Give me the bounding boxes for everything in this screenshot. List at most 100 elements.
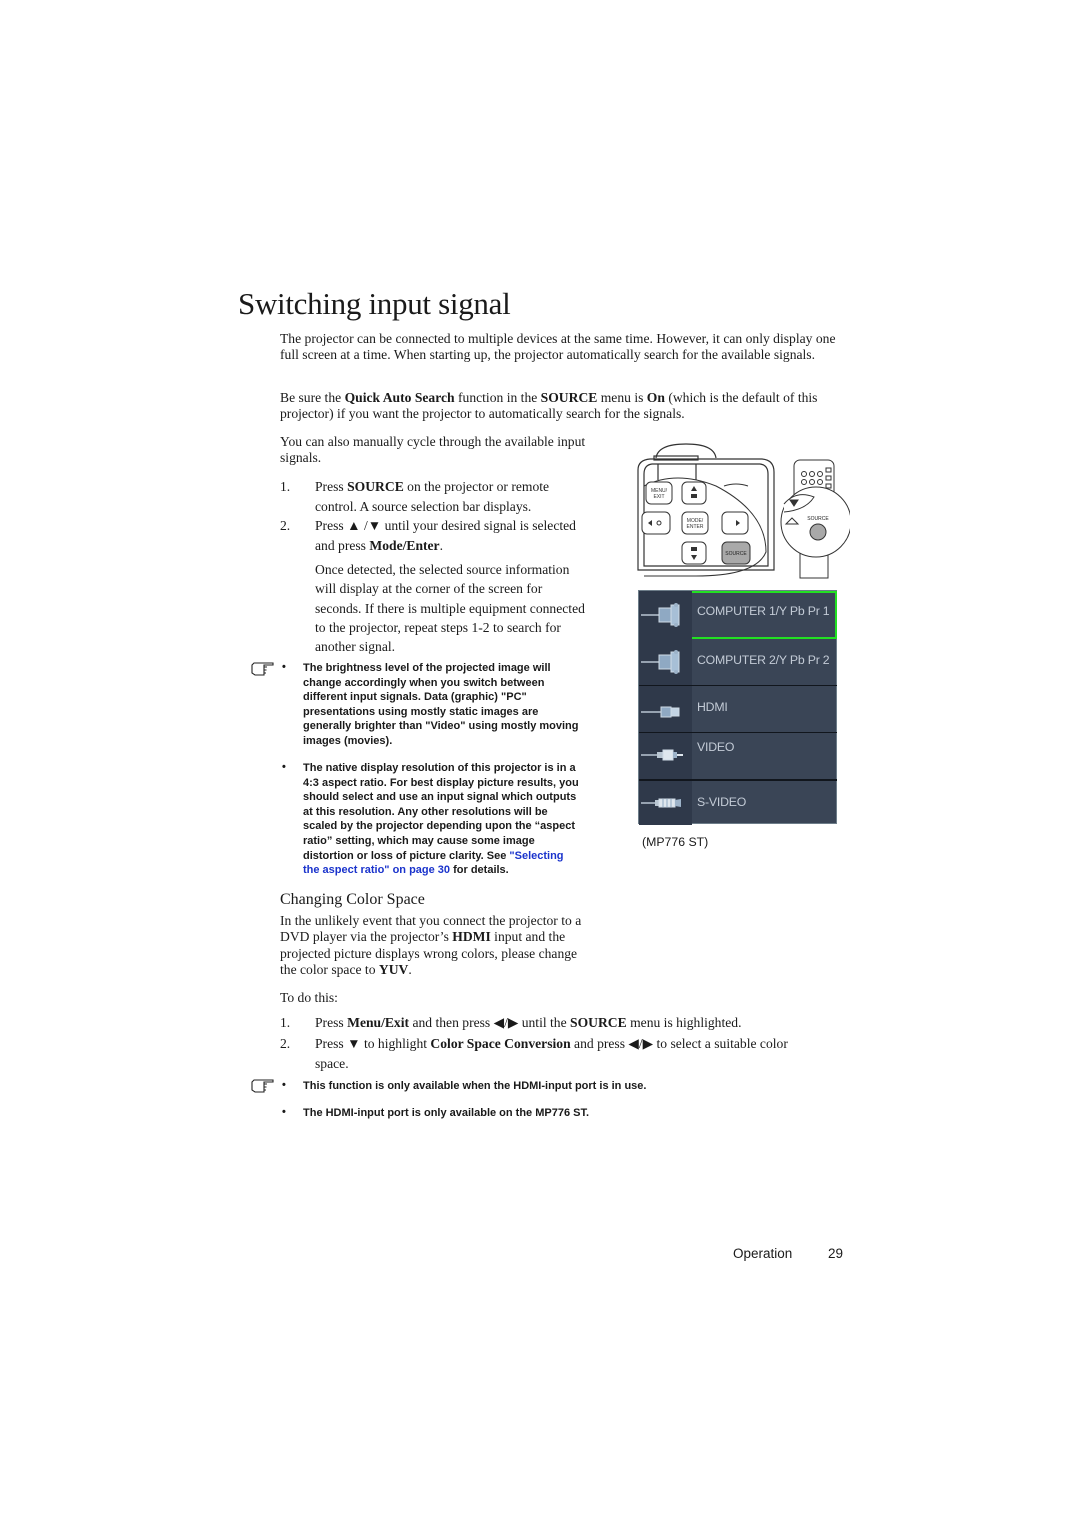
text: and press	[315, 537, 370, 553]
figure-caption: (MP776 ST)	[642, 835, 709, 849]
text-line: to the projector, repeat steps 1-2 to se…	[315, 619, 561, 635]
text-line: scaled by the projector depending upon t…	[303, 820, 575, 833]
step-number: 2.	[280, 518, 291, 533]
icon-cell	[639, 591, 692, 639]
source-item-computer-1[interactable]: COMPUTER 1/Y Pb Pr 1	[639, 591, 837, 639]
bold-term: YUV	[378, 961, 409, 977]
dsub-connector-icon	[641, 650, 680, 674]
step-number: 1.	[280, 1015, 291, 1030]
note-native-resolution: The native display resolution of this pr…	[303, 761, 579, 878]
remote-control: SOURCE	[780, 459, 850, 579]
text-line: generally brighter than "Video" using mo…	[303, 720, 579, 733]
source-item-label: HDMI	[697, 700, 728, 714]
source-selection-menu: COMPUTER 1/Y Pb Pr 1 COMPUTER 2/Y Pb Pr …	[638, 590, 837, 825]
text: .	[408, 961, 412, 977]
text: and then press ◀/▶ until the	[409, 1015, 571, 1030]
step-2: 2. Press ▲ /▼ until your desired signal …	[280, 516, 620, 556]
source-item-s-video[interactable]: S-VIDEO	[639, 781, 837, 825]
text-line: The native display resolution of this pr…	[303, 762, 576, 774]
text: space.	[315, 1055, 349, 1071]
bullet: •	[282, 1106, 286, 1118]
text-line: projected picture displays wrong colors,…	[280, 945, 578, 961]
text: menu is highlighted.	[626, 1015, 742, 1030]
step-number: 1.	[280, 479, 291, 494]
source-item-video[interactable]: VIDEO	[639, 733, 837, 779]
color-space-paragraph: In the unlikely event that you connect t…	[280, 913, 581, 978]
remote-source-button	[809, 523, 827, 541]
hdmi-connector-icon	[641, 706, 680, 718]
svideo-connector-icon	[641, 798, 681, 808]
rca-connector-icon	[641, 749, 683, 761]
bold-term: Color Space Conversion	[430, 1036, 571, 1051]
text-line: change accordingly when you switch betwe…	[303, 676, 545, 689]
icon-cell	[639, 686, 692, 732]
text-line: DVD player via the projector’s HDMI inpu…	[280, 929, 581, 945]
source-item-hdmi[interactable]: HDMI	[639, 686, 837, 732]
footer-section-name: Operation	[733, 1246, 793, 1261]
step-text: Press ▲ /▼ until your desired signal is …	[315, 516, 576, 555]
icon-cell	[639, 639, 692, 685]
projector-remote-illustration: MENU/ EXIT MODE/ ENTER SOURCE SOURCE	[637, 443, 850, 579]
step-text: Press SOURCE on the projector or remote c…	[315, 477, 549, 516]
color-step-2: 2. Press ▼ to highlight Color Space Conv…	[280, 1034, 860, 1074]
text: Press ▼ to highlight	[315, 1036, 431, 1051]
step-number: 2.	[280, 1036, 291, 1051]
aspect-ratio-link[interactable]: the aspect ratio" on page 30	[303, 864, 450, 876]
bold-term: On	[646, 390, 665, 405]
text: and press ◀/▶ to select a suitable color	[570, 1036, 788, 1051]
source-item-computer-2[interactable]: COMPUTER 2/Y Pb Pr 2	[639, 639, 837, 685]
text-line: The brightness level of the projected im…	[303, 662, 551, 674]
source-item-label: COMPUTER 2/Y Pb Pr 2	[697, 653, 830, 667]
source-item-label: VIDEO	[697, 740, 735, 754]
text: control. A source selection bar displays…	[315, 498, 532, 514]
aspect-ratio-link[interactable]: "Selecting	[509, 850, 563, 862]
text-line: should select and use an input signal wh…	[303, 791, 577, 804]
source-item-label: COMPUTER 1/Y Pb Pr 1	[697, 604, 830, 618]
section-heading: Changing Color Space	[280, 891, 425, 908]
text: input and the	[490, 929, 566, 945]
text-line: different input signals. Data (graphic) …	[303, 691, 527, 704]
svg-text:SOURCE: SOURCE	[725, 551, 747, 557]
down-button	[681, 541, 707, 565]
note-brightness: The brightness level of the projected im…	[303, 661, 579, 749]
text-line: the aspect ratio" on page 30 for details…	[303, 863, 579, 878]
to-do-this-label: To do this:	[280, 990, 338, 1005]
text: the color space to	[280, 961, 379, 977]
text: on the projector or remote	[403, 479, 550, 494]
bold-term: SOURCE	[570, 1015, 627, 1030]
bold-term: SOURCE	[540, 390, 598, 405]
pointing-hand-note-icon	[251, 1079, 274, 1093]
bold-term: HDMI	[452, 929, 491, 945]
step-text: Press ▼ to highlight Color Space Convers…	[315, 1034, 788, 1073]
projector-keypad: MENU/ EXIT MODE/ ENTER SOURCE	[641, 481, 751, 565]
text-line: images (movies).	[303, 734, 393, 747]
text-line: 4:3 aspect ratio. For best display pictu…	[303, 776, 579, 789]
text: function in the	[454, 390, 541, 405]
bullet: •	[282, 1079, 286, 1091]
page-number: 29	[828, 1246, 844, 1261]
text-line: the color space to YUV.	[280, 962, 581, 978]
note-hdmi-only: This function is only available when the…	[303, 1080, 647, 1092]
text-line: will display at the corner of the screen…	[315, 581, 543, 597]
text-line: distortion or loss of picture clarity. S…	[303, 849, 579, 864]
text: distortion or loss of picture clarity. S…	[303, 849, 510, 862]
note-hdmi-mp776: The HDMI-input port is only available on…	[303, 1107, 590, 1119]
bold-term: SOURCE	[347, 479, 404, 494]
up-button	[681, 481, 707, 505]
text-line: at this resolution. Any other resolution…	[303, 805, 548, 818]
text-line: presentations using mostly static images…	[303, 705, 539, 718]
svg-text:ENTER: ENTER	[687, 524, 704, 530]
bold-term: Menu/Exit	[347, 1015, 410, 1030]
left-button	[641, 511, 671, 535]
step-text: Press Menu/Exit and then press ◀/▶ until…	[315, 1013, 741, 1033]
text: Be sure the	[280, 390, 345, 405]
text: for details.	[450, 864, 509, 877]
quick-auto-search-paragraph: Be sure the Quick Auto Search function i…	[280, 390, 850, 423]
text: Press	[315, 1015, 348, 1030]
manual-cycle-paragraph: You can also manually cycle through the …	[280, 434, 586, 466]
text-line: Once detected, the selected source infor…	[315, 562, 570, 577]
step-2-followup: Once detected, the selected source infor…	[315, 560, 585, 656]
text: Press ▲ /▼ until your desired signal is …	[315, 518, 576, 533]
text: DVD player via the projector’s	[280, 929, 453, 945]
pointing-hand-note-icon	[251, 662, 274, 676]
